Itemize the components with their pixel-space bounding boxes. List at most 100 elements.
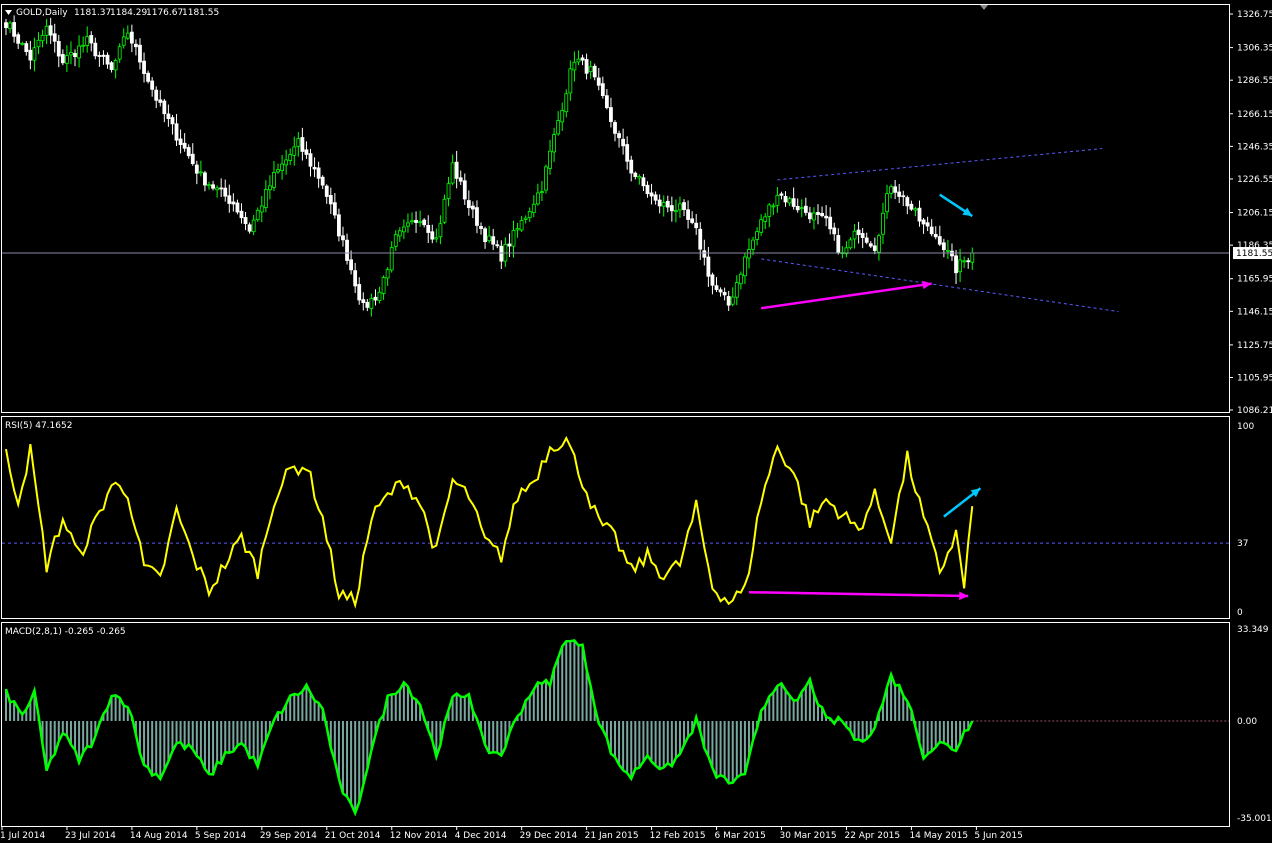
candle-body <box>706 256 711 277</box>
candle-body <box>580 57 585 61</box>
candle-body <box>284 159 289 166</box>
candle-body <box>527 210 532 218</box>
candle-body <box>276 169 280 173</box>
candle-body <box>483 228 487 242</box>
candle-body <box>109 62 114 70</box>
candle-body <box>406 222 410 227</box>
candle-body <box>625 144 630 162</box>
candle-body <box>511 230 516 247</box>
candle-body <box>410 220 414 223</box>
candle-body <box>272 171 276 188</box>
candle-body <box>158 99 163 103</box>
candle-body <box>791 198 796 207</box>
candle-body <box>747 249 751 259</box>
candle-body <box>824 215 829 219</box>
rsi-y-axis: 100 37 0 <box>1237 422 1254 618</box>
candle-body <box>544 166 548 191</box>
price-header-close: 1181.55 <box>182 8 219 18</box>
candle-body <box>531 203 536 213</box>
arrow-shaft <box>760 282 932 310</box>
candle-body <box>674 210 678 213</box>
candle-body <box>44 25 49 36</box>
candle-body <box>166 113 171 120</box>
candle-body <box>203 172 207 186</box>
rsi-header: RSI(5) 47.1652 <box>5 421 72 431</box>
candle-body <box>389 247 394 271</box>
candle-body <box>292 146 297 156</box>
candle-body <box>507 243 512 247</box>
candle-body <box>552 134 556 153</box>
candle-body <box>65 55 69 64</box>
candle-body <box>16 34 21 44</box>
candle-body <box>933 234 938 238</box>
candle-body <box>52 33 57 42</box>
candle-body <box>385 269 390 279</box>
candle-body <box>872 245 877 251</box>
price-y-tick-label: 1246.35 <box>1237 142 1272 152</box>
price-header-low: 1176.67 <box>146 8 183 18</box>
collapse-triangle-icon[interactable] <box>5 10 12 15</box>
candle-body <box>198 171 203 174</box>
candle-body <box>93 42 98 57</box>
candle-body <box>162 100 167 115</box>
candle-body <box>921 219 926 225</box>
candle-body <box>629 159 634 174</box>
candle-body <box>300 137 305 152</box>
candle-body <box>710 274 715 286</box>
macd-header: MACD(2,8,1) -0.265 -0.265 <box>5 627 126 637</box>
candle-body <box>588 66 593 73</box>
candle-body <box>868 243 873 247</box>
candle-body <box>877 235 881 253</box>
candle-body <box>812 212 816 221</box>
candle-body <box>470 205 475 210</box>
candle-body <box>621 138 626 147</box>
candle-body <box>795 205 800 211</box>
candle-body <box>150 80 155 90</box>
candle-body <box>4 22 8 28</box>
shift-marker-icon[interactable] <box>980 5 988 10</box>
candle-body <box>881 212 885 235</box>
rsi-panel-frame <box>1 416 1230 619</box>
candle-body <box>186 147 191 157</box>
candle-body <box>491 236 496 245</box>
candle-body <box>243 217 248 224</box>
candle-body <box>669 205 674 212</box>
candle-body <box>377 291 382 301</box>
candle-body <box>596 77 601 86</box>
candle-body <box>345 239 349 261</box>
candle-body <box>328 195 333 205</box>
candle-body <box>369 298 374 310</box>
candle-body <box>154 89 159 101</box>
candle-body <box>255 209 260 221</box>
candle-body <box>913 208 918 211</box>
candle-body <box>572 61 577 71</box>
candle-body <box>113 60 118 71</box>
rsi-plot <box>2 435 1229 609</box>
x-tick-label: 5 Jun 2015 <box>974 831 1022 841</box>
candle-body <box>85 36 90 46</box>
candle-body <box>36 39 41 48</box>
candle-body <box>702 250 707 258</box>
candle-body <box>905 197 910 207</box>
candle-body <box>535 192 540 205</box>
x-tick-label: 22 Apr 2015 <box>844 831 900 841</box>
candle-body <box>897 191 902 197</box>
candle-body <box>219 187 224 190</box>
price-y-tick-label: 1206.15 <box>1237 209 1272 219</box>
candle-body <box>499 245 504 262</box>
candle-body <box>828 216 833 230</box>
candle-body <box>450 162 455 184</box>
candle-body <box>361 299 366 303</box>
price-y-tick-label: 1326.75 <box>1237 10 1272 20</box>
candle-body <box>734 282 739 298</box>
candle-body <box>308 153 313 167</box>
candle-body <box>438 223 443 238</box>
candle-body <box>803 205 808 213</box>
candle-body <box>678 203 682 211</box>
x-tick-label: 29 Sep 2014 <box>260 831 317 841</box>
candle-body <box>694 222 699 229</box>
candle-body <box>207 184 211 187</box>
candle-body <box>373 296 378 301</box>
candle-body <box>600 83 605 97</box>
candle-body <box>856 229 861 235</box>
